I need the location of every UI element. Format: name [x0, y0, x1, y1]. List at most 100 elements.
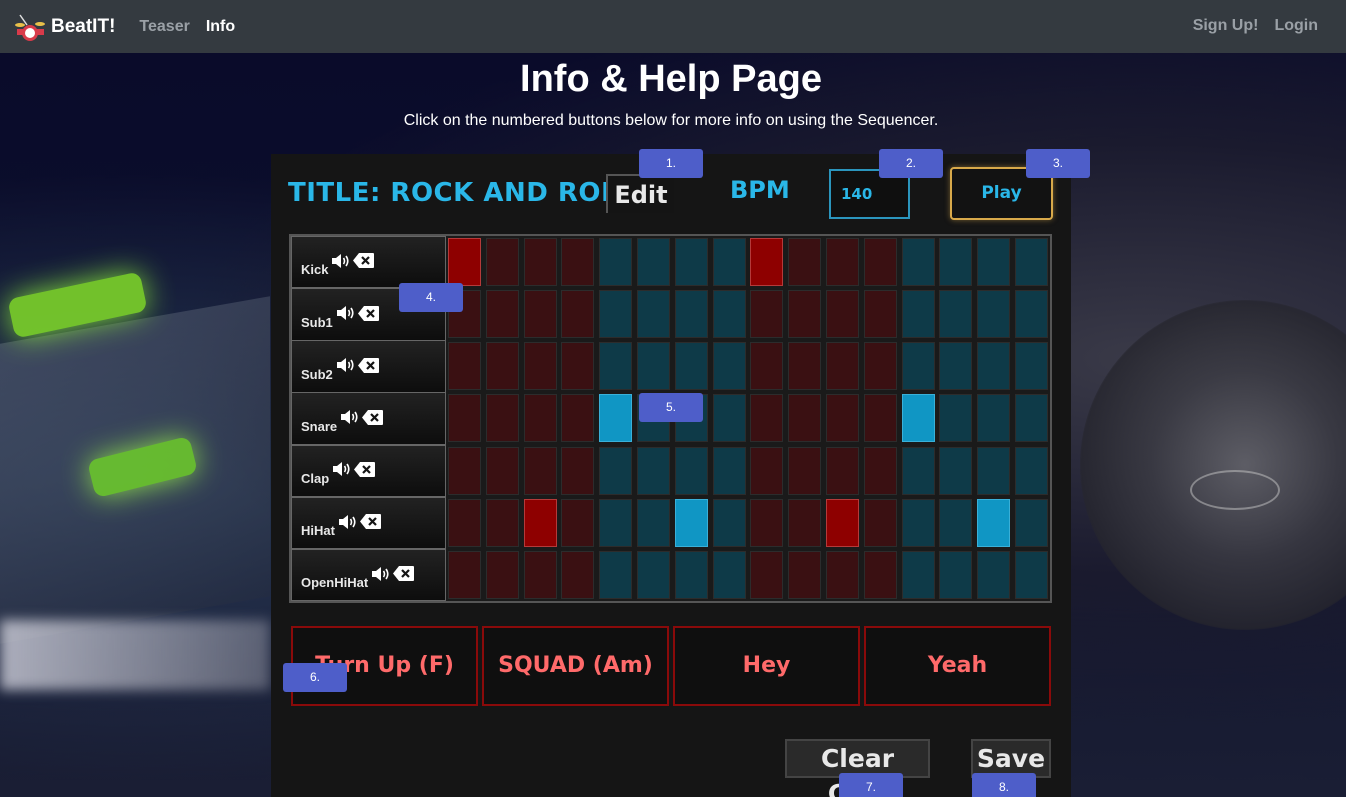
step-cell[interactable] — [788, 342, 822, 391]
step-cell[interactable] — [826, 290, 859, 339]
step-cell[interactable] — [448, 498, 481, 547]
step-cell[interactable] — [826, 550, 859, 599]
step-cell[interactable] — [826, 342, 859, 391]
step-cell[interactable] — [485, 550, 519, 599]
step-cell[interactable] — [523, 342, 557, 391]
step-cell[interactable] — [523, 290, 557, 339]
step-cell[interactable] — [637, 290, 670, 339]
step-cell[interactable] — [523, 238, 557, 286]
step-cell[interactable] — [863, 394, 897, 443]
clear-track-icon[interactable] — [357, 357, 380, 374]
help-button-2[interactable]: 2. — [879, 149, 943, 178]
step-cell-active[interactable] — [826, 498, 859, 547]
step-cell[interactable] — [750, 446, 784, 495]
step-cell[interactable] — [485, 446, 519, 495]
step-cell[interactable] — [863, 290, 897, 339]
step-cell-active[interactable] — [674, 498, 708, 547]
step-cell[interactable] — [939, 498, 973, 547]
step-cell[interactable] — [750, 498, 784, 547]
step-cell[interactable] — [561, 290, 595, 339]
step-cell[interactable] — [939, 550, 973, 599]
step-cell[interactable] — [485, 498, 519, 547]
step-cell[interactable] — [637, 550, 670, 599]
step-cell[interactable] — [561, 550, 595, 599]
nav-teaser[interactable]: Teaser — [139, 18, 189, 36]
help-button-3[interactable]: 3. — [1026, 149, 1090, 178]
help-button-4[interactable]: 4. — [399, 283, 463, 312]
step-cell[interactable] — [750, 394, 784, 443]
sample-pad[interactable]: SQUAD (Am) — [482, 626, 669, 706]
step-cell[interactable] — [523, 550, 557, 599]
step-cell[interactable] — [1015, 238, 1048, 286]
step-cell[interactable] — [712, 550, 746, 599]
clear-track-icon[interactable] — [357, 305, 380, 322]
step-cell[interactable] — [599, 446, 633, 495]
brand-link[interactable]: BeatIT! — [14, 11, 115, 43]
clear-track-icon[interactable] — [361, 409, 384, 426]
step-cell[interactable] — [637, 498, 670, 547]
edit-title-button[interactable]: Edit — [606, 174, 674, 213]
volume-icon[interactable] — [332, 461, 351, 477]
step-cell[interactable] — [863, 238, 897, 286]
step-cell[interactable] — [674, 238, 708, 286]
help-button-5[interactable]: 5. — [639, 393, 703, 422]
step-cell[interactable] — [977, 238, 1011, 286]
step-cell[interactable] — [977, 290, 1011, 339]
step-cell[interactable] — [674, 290, 708, 339]
help-button-7[interactable]: 7. — [839, 773, 903, 797]
step-cell[interactable] — [485, 342, 519, 391]
step-cell[interactable] — [788, 446, 822, 495]
step-cell[interactable] — [750, 290, 784, 339]
step-cell[interactable] — [1015, 342, 1048, 391]
step-cell-active[interactable] — [448, 238, 481, 286]
step-cell[interactable] — [561, 342, 595, 391]
step-cell[interactable] — [788, 238, 822, 286]
step-cell-active[interactable] — [977, 498, 1011, 547]
step-cell[interactable] — [712, 342, 746, 391]
nav-login[interactable]: Login — [1274, 17, 1318, 35]
step-cell[interactable] — [599, 290, 633, 339]
step-cell[interactable] — [826, 446, 859, 495]
step-cell[interactable] — [977, 394, 1011, 443]
clear-track-icon[interactable] — [353, 461, 376, 478]
step-cell[interactable] — [712, 498, 746, 547]
step-cell[interactable] — [788, 290, 822, 339]
step-cell[interactable] — [448, 446, 481, 495]
step-cell-active[interactable] — [599, 394, 633, 443]
help-button-6[interactable]: 6. — [283, 663, 347, 692]
step-cell[interactable] — [712, 238, 746, 286]
step-cell[interactable] — [750, 342, 784, 391]
step-cell[interactable] — [674, 342, 708, 391]
step-cell[interactable] — [599, 238, 633, 286]
volume-icon[interactable] — [338, 514, 357, 530]
step-cell[interactable] — [977, 446, 1011, 495]
step-cell[interactable] — [939, 342, 973, 391]
step-cell[interactable] — [939, 238, 973, 286]
step-cell[interactable] — [561, 446, 595, 495]
step-cell[interactable] — [561, 498, 595, 547]
step-cell[interactable] — [485, 238, 519, 286]
step-cell-active[interactable] — [523, 498, 557, 547]
step-cell[interactable] — [863, 342, 897, 391]
step-cell[interactable] — [901, 498, 935, 547]
nav-sign-up[interactable]: Sign Up! — [1193, 17, 1259, 35]
step-cell[interactable] — [1015, 290, 1048, 339]
step-cell[interactable] — [448, 342, 481, 391]
step-cell[interactable] — [939, 394, 973, 443]
step-cell[interactable] — [977, 550, 1011, 599]
step-cell[interactable] — [637, 342, 670, 391]
sample-pad[interactable]: Hey — [673, 626, 860, 706]
volume-icon[interactable] — [371, 566, 390, 582]
step-cell[interactable] — [901, 550, 935, 599]
sample-pad[interactable]: Yeah — [864, 626, 1051, 706]
volume-icon[interactable] — [340, 409, 359, 425]
step-cell[interactable] — [448, 550, 481, 599]
step-cell[interactable] — [674, 550, 708, 599]
clear-track-icon[interactable] — [392, 565, 415, 582]
step-cell[interactable] — [826, 394, 859, 443]
step-cell[interactable] — [523, 394, 557, 443]
step-cell[interactable] — [863, 446, 897, 495]
step-cell[interactable] — [1015, 498, 1048, 547]
step-cell[interactable] — [788, 550, 822, 599]
step-cell[interactable] — [788, 498, 822, 547]
